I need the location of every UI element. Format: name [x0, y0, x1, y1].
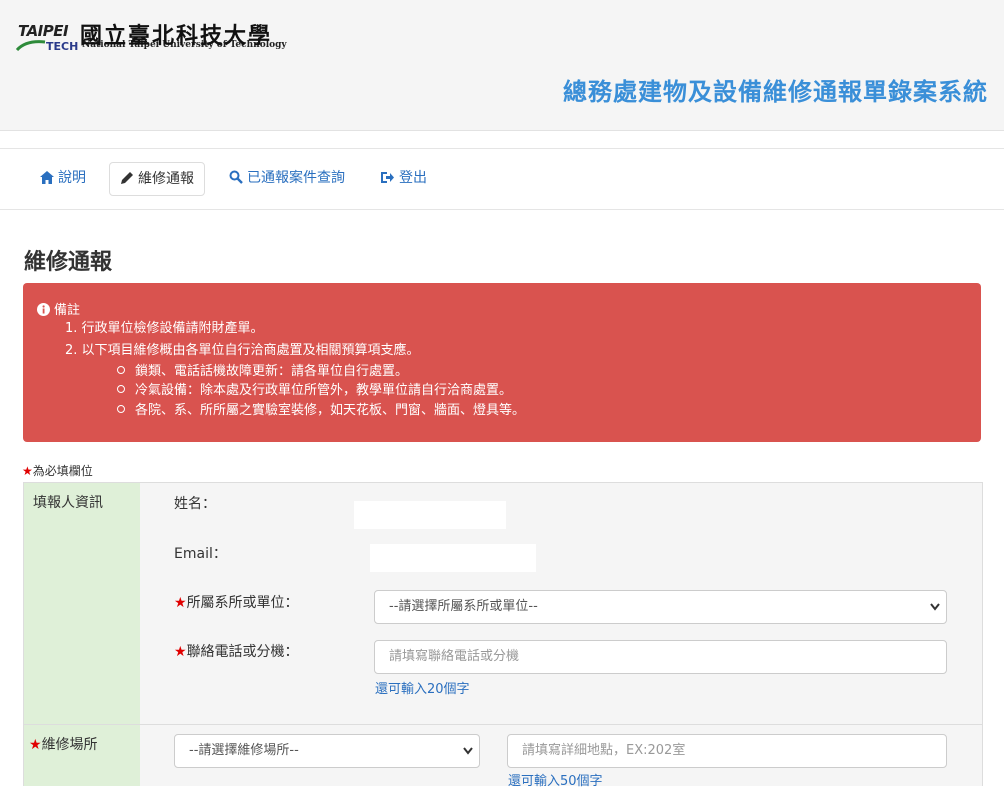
nav-label-logout: 登出: [399, 170, 427, 186]
required-note: ★為必填欄位: [22, 462, 93, 479]
nav-item-query[interactable]: 已通報案件查詢: [219, 162, 355, 194]
bullet-icon: [117, 385, 125, 393]
notice-alert: 備註 1. 行政單位檢修設備請附財產單。 2. 以下項目維修概由各單位自行洽商處…: [23, 283, 981, 442]
email-value: [370, 544, 536, 572]
dept-label: ★所屬系所或單位：: [174, 592, 299, 612]
dept-select-value: --請選擇所屬系所或單位--: [389, 599, 538, 614]
bullet-icon: [117, 366, 125, 374]
required-star-icon: ★: [174, 595, 187, 611]
logout-icon: [381, 172, 394, 183]
logo-swoosh-icon: [16, 40, 46, 52]
alert-line-1: 1. 行政單位檢修設備請附財產單。: [65, 321, 264, 336]
dept-select[interactable]: --請選擇所屬系所或單位--: [374, 590, 947, 624]
site-header: TAIPEI TECH National Taipei University o…: [0, 0, 1004, 131]
alert-heading-text: 備註: [54, 303, 81, 318]
pencil-icon: [121, 172, 133, 184]
phone-input[interactable]: 請填寫聯絡電話或分機: [374, 640, 947, 674]
location-label-text: 維修場所: [41, 737, 98, 753]
row-divider: [24, 724, 982, 725]
email-label: Email：: [174, 546, 227, 562]
location-detail-input[interactable]: 請填寫詳細地點，EX:202室: [507, 734, 947, 768]
required-star-icon: ★: [22, 464, 33, 478]
location-select[interactable]: --請選擇維修場所--: [174, 734, 480, 768]
nav-item-report[interactable]: 維修通報: [109, 162, 205, 196]
section-label-location: ★維修場所: [29, 734, 98, 754]
dept-label-text: 所屬系所或單位：: [186, 595, 299, 611]
phone-label-text: 聯絡電話或分機：: [186, 644, 299, 660]
alert-subitem-2-text: 冷氣設備：除本處及行政單位所管外，教學單位請自行洽商處置。: [135, 383, 513, 398]
logo-university-cn: 國立臺北科技大學: [80, 23, 273, 49]
report-form: 填報人資訊 姓名： Email： ★所屬系所或單位： --請選擇所屬系所或單位-…: [23, 482, 983, 789]
logo-word-tech: TECH: [46, 40, 79, 53]
alert-line-2: 2. 以下項目維修概由各單位自行洽商處置及相關預算項支應。: [65, 343, 420, 358]
alert-subitem-1-text: 鎖類、電話話機故障更新：請各單位自行處置。: [135, 364, 409, 379]
location-select-value: --請選擇維修場所--: [189, 743, 299, 758]
required-note-text: 為必填欄位: [32, 464, 93, 478]
phone-placeholder: 請填寫聯絡電話或分機: [389, 649, 520, 664]
required-star-icon: ★: [174, 644, 187, 660]
alert-subitem-3-text: 各院、系、所所屬之實驗室裝修，如天花板、門窗、牆面、燈具等。: [135, 403, 526, 418]
home-icon: [40, 171, 54, 184]
required-star-icon: ★: [29, 737, 42, 753]
alert-heading: 備註: [37, 299, 80, 318]
phone-label: ★聯絡電話或分機：: [174, 641, 299, 661]
nav-item-help[interactable]: 說明: [30, 162, 96, 194]
nav-label-help: 說明: [58, 170, 86, 186]
nav-label-query: 已通報案件查詢: [247, 170, 345, 186]
page-title: 維修通報: [24, 250, 113, 275]
nav-label-report: 維修通報: [138, 171, 194, 187]
chevron-down-icon: [930, 603, 940, 611]
name-value: [354, 501, 506, 529]
location-placeholder: 請填寫詳細地點，EX:202室: [522, 743, 686, 758]
main-nav: 說明 維修通報 已通報案件查詢 登出: [0, 148, 1004, 210]
chevron-down-icon: [463, 747, 473, 755]
section-label-reporter: 填報人資訊: [33, 495, 103, 511]
alert-subitem-2: 冷氣設備：除本處及行政單位所管外，教學單位請自行洽商處置。: [117, 379, 512, 398]
logo-word-taipei: TAIPEI: [18, 22, 69, 40]
alert-subitem-3: 各院、系、所所屬之實驗室裝修，如天花板、門窗、牆面、燈具等。: [117, 399, 525, 418]
name-label: 姓名：: [174, 496, 216, 512]
alert-subitem-1: 鎖類、電話話機故障更新：請各單位自行處置。: [117, 360, 408, 379]
nav-item-logout[interactable]: 登出: [370, 162, 437, 194]
info-icon: [37, 303, 50, 316]
phone-char-counter: 還可輸入20個字: [375, 682, 470, 697]
system-title: 總務處建物及設備維修通報單錄案系統: [563, 78, 988, 106]
search-icon: [229, 170, 243, 184]
bullet-icon: [117, 405, 125, 413]
location-char-counter: 還可輸入50個字: [508, 774, 603, 789]
